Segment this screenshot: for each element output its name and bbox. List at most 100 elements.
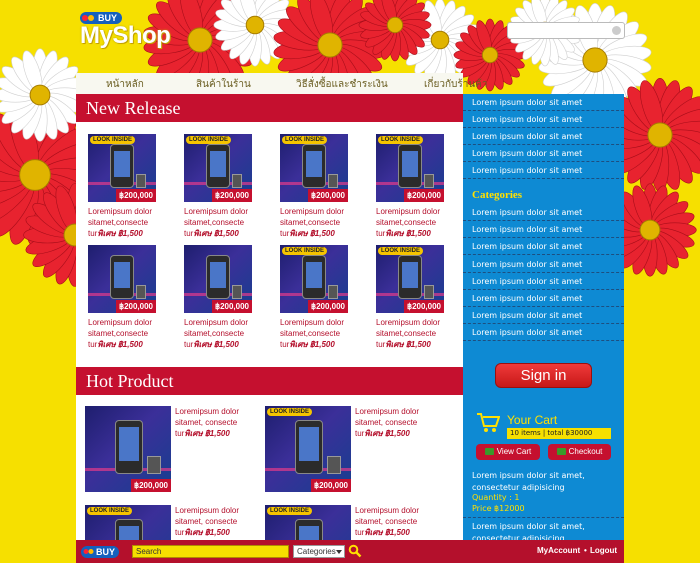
product-name: Loremipsum dolor bbox=[376, 318, 441, 327]
product-name: Loremipsum dolor bbox=[175, 506, 240, 515]
signin-button[interactable]: Sign in bbox=[495, 363, 592, 388]
phone-image bbox=[110, 255, 134, 299]
search-icon[interactable] bbox=[348, 544, 362, 558]
nav-item-products[interactable]: สินค้าในร้าน bbox=[196, 77, 251, 92]
phone-image bbox=[302, 255, 326, 299]
phone-accessory-image bbox=[147, 456, 161, 474]
footer-search-input[interactable]: Search bbox=[132, 545, 289, 558]
product-name-end: tur bbox=[88, 229, 98, 238]
site-logo[interactable]: BUY MyShop bbox=[80, 12, 175, 50]
footer-bar: BUY Search Categories MyAccount • Logout bbox=[76, 540, 624, 563]
look-inside-badge[interactable]: LOOK INSIDE bbox=[90, 136, 136, 144]
search-icon[interactable] bbox=[612, 26, 621, 35]
product-image[interactable]: LOOK INSIDE ฿200,000 bbox=[265, 406, 351, 492]
price-badge: ฿200,000 bbox=[211, 189, 252, 202]
product-description[interactable]: Loremipsum dolor sitamet, consecte turพิเศ… bbox=[355, 406, 435, 439]
sale-price: พิเศษ ฿1,500 bbox=[385, 229, 431, 238]
nav-item-how-to-order[interactable]: วิธีสั่งซื้อและชำระเงิน bbox=[296, 77, 388, 92]
hot-product-header: Hot Product bbox=[76, 367, 463, 395]
phone-image bbox=[115, 420, 143, 474]
category-link[interactable]: Lorem ipsum dolor sit amet bbox=[463, 221, 624, 239]
product-description[interactable]: Loremipsum dolor sitamet, consecte turพิเศ… bbox=[175, 406, 255, 439]
look-inside-badge[interactable]: LOOK INSIDE bbox=[267, 507, 313, 515]
product-name-cont: sitamet,consecte bbox=[88, 218, 149, 227]
product-description[interactable]: Loremipsum dolor sitamet,consecte turพิเศษ… bbox=[184, 206, 276, 239]
my-account-link[interactable]: MyAccount bbox=[537, 546, 580, 555]
product-description[interactable]: Loremipsum dolor sitamet,consecte turพิเศษ… bbox=[88, 317, 180, 350]
product-image[interactable]: ฿200,000 bbox=[88, 245, 156, 313]
category-link[interactable]: Lorem ipsum dolor sit amet bbox=[463, 307, 624, 325]
product-name-end: tur bbox=[355, 429, 365, 438]
product-description[interactable]: Loremipsum dolor sitamet,consecte turพิเศษ… bbox=[376, 206, 468, 239]
category-link[interactable]: Lorem ipsum dolor sit amet bbox=[463, 238, 624, 256]
product-name-end: tur bbox=[280, 340, 290, 349]
cart-title: Your Cart bbox=[507, 413, 558, 427]
logout-link[interactable]: Logout bbox=[590, 546, 617, 555]
category-link[interactable]: Lorem ipsum dolor sit amet bbox=[463, 256, 624, 273]
phone-accessory-image bbox=[327, 456, 341, 474]
category-link[interactable]: Lorem ipsum dolor sit amet bbox=[463, 273, 624, 290]
phone-image bbox=[110, 144, 134, 188]
product-name-cont: sitamet,consecte bbox=[184, 218, 245, 227]
product-name-end: tur bbox=[376, 229, 386, 238]
product-image[interactable]: LOOK INSIDE ฿200,000 bbox=[280, 134, 348, 202]
price-badge: ฿200,000 bbox=[130, 479, 171, 492]
main-content: New Release LOOK INSIDE ฿200,000 Loremipsu… bbox=[76, 94, 463, 563]
sidebar-link[interactable]: Lorem ipsum dolor sit amet bbox=[463, 162, 624, 179]
product-name-cont: sitamet, consecte bbox=[175, 418, 238, 427]
price-badge: ฿200,000 bbox=[403, 189, 444, 202]
product-description[interactable]: Loremipsum dolor sitamet,consecte turพิเศษ… bbox=[376, 317, 468, 350]
category-link[interactable]: Lorem ipsum dolor sit amet bbox=[463, 290, 624, 307]
product-image[interactable]: ฿200,000 bbox=[85, 406, 171, 492]
product-image[interactable]: LOOK INSIDE ฿200,000 bbox=[88, 134, 156, 202]
product-image[interactable]: LOOK INSIDE ฿200,000 bbox=[184, 134, 252, 202]
price-badge: ฿200,000 bbox=[403, 300, 444, 313]
sidebar-link[interactable]: Lorem ipsum dolor sit amet bbox=[463, 94, 624, 111]
look-inside-badge[interactable]: LOOK INSIDE bbox=[378, 136, 424, 144]
view-cart-button[interactable]: View Cart bbox=[476, 444, 540, 460]
product-image[interactable]: LOOK INSIDE ฿200,000 bbox=[376, 134, 444, 202]
look-inside-badge[interactable]: LOOK INSIDE bbox=[186, 136, 232, 144]
top-search-input[interactable] bbox=[507, 22, 625, 39]
phone-image bbox=[206, 144, 230, 188]
phone-image bbox=[398, 255, 422, 299]
sale-price: พิเศษ ฿1,500 bbox=[385, 340, 431, 349]
product-image[interactable]: LOOK INSIDE ฿200,000 bbox=[280, 245, 348, 313]
product-description[interactable]: Loremipsum dolor sitamet, consecte turพิเศ… bbox=[175, 505, 255, 538]
product-description[interactable]: Loremipsum dolor sitamet,consecte turพิเศษ… bbox=[88, 206, 180, 239]
cart-divider bbox=[463, 517, 624, 518]
product-image[interactable]: ฿200,000 bbox=[184, 245, 252, 313]
sale-price: พิเศษ ฿1,500 bbox=[364, 528, 410, 537]
checkout-button[interactable]: Checkout bbox=[548, 444, 611, 460]
nav-item-home[interactable]: หน้าหลัก bbox=[106, 77, 144, 92]
product-name: Loremipsum dolor bbox=[355, 407, 420, 416]
phone-accessory-image bbox=[424, 174, 434, 188]
footer-category-select[interactable]: Categories bbox=[293, 545, 345, 558]
look-inside-badge[interactable]: LOOK INSIDE bbox=[282, 136, 328, 144]
sidebar-link[interactable]: Lorem ipsum dolor sit amet bbox=[463, 145, 624, 162]
sale-price: พิเศษ ฿1,500 bbox=[193, 340, 239, 349]
product-description[interactable]: Loremipsum dolor sitamet, consecte turพิเศ… bbox=[355, 505, 435, 538]
cart-item-name[interactable]: Lorem ipsum dolor sit amet, bbox=[472, 521, 585, 533]
look-inside-badge[interactable]: LOOK INSIDE bbox=[87, 507, 133, 515]
chevron-down-icon bbox=[336, 550, 342, 554]
sale-price: พิเศษ ฿1,500 bbox=[184, 429, 230, 438]
product-description[interactable]: Loremipsum dolor sitamet,consecte turพิเศษ… bbox=[280, 206, 372, 239]
category-link[interactable]: Lorem ipsum dolor sit amet bbox=[463, 324, 624, 342]
product-description[interactable]: Loremipsum dolor sitamet,consecte turพิเศษ… bbox=[280, 317, 372, 350]
sidebar-link[interactable]: Lorem ipsum dolor sit amet bbox=[463, 111, 624, 128]
product-image[interactable]: LOOK INSIDE ฿200,000 bbox=[376, 245, 444, 313]
look-inside-badge[interactable]: LOOK INSIDE bbox=[378, 247, 424, 255]
product-description[interactable]: Loremipsum dolor sitamet,consecte turพิเศษ… bbox=[184, 317, 276, 350]
sale-price: พิเศษ ฿1,500 bbox=[289, 229, 335, 238]
nav-item-about[interactable]: เกี่ยวกับร้านค้า bbox=[424, 77, 487, 92]
price-badge: ฿200,000 bbox=[115, 189, 156, 202]
new-release-header: New Release bbox=[76, 94, 463, 122]
sidebar-link[interactable]: Lorem ipsum dolor sit amet bbox=[463, 128, 624, 145]
cart-icon bbox=[477, 413, 500, 432]
look-inside-badge[interactable]: LOOK INSIDE bbox=[282, 247, 328, 255]
category-link[interactable]: Lorem ipsum dolor sit amet bbox=[463, 204, 624, 221]
footer-logo[interactable]: BUY bbox=[81, 546, 120, 558]
look-inside-badge[interactable]: LOOK INSIDE bbox=[267, 408, 313, 416]
cart-item-name[interactable]: Lorem ipsum dolor sit amet, bbox=[472, 470, 585, 482]
